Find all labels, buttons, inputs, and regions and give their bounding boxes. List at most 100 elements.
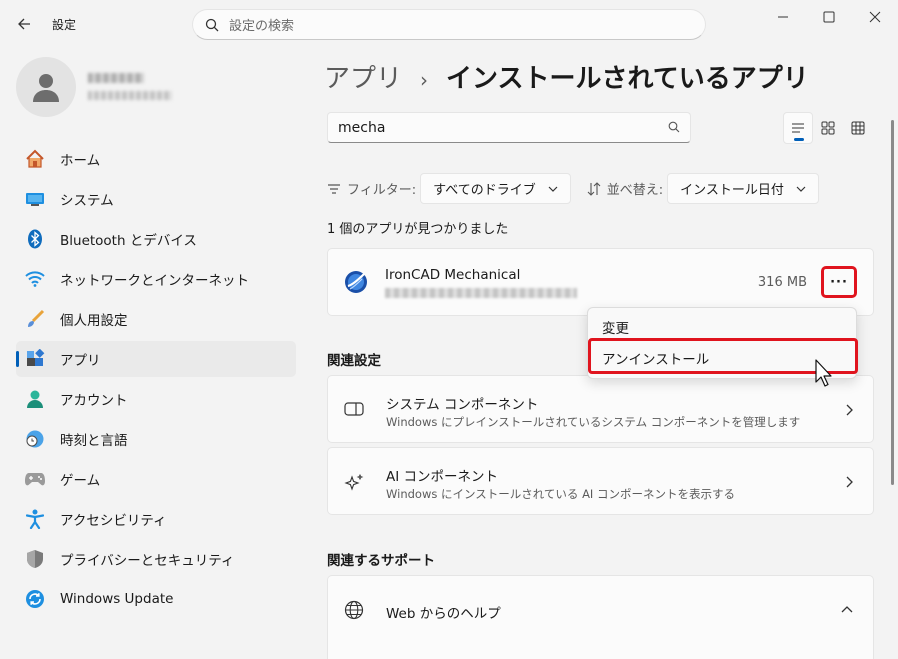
more-options-button[interactable]: ··· — [821, 266, 857, 298]
card-description: Windows にインストールされている AI コンポーネントを表示する — [386, 487, 735, 501]
maximize-icon — [823, 11, 835, 23]
tile-view-button[interactable] — [813, 112, 843, 144]
search-icon — [205, 18, 219, 31]
more-dots-icon: ··· — [830, 274, 848, 290]
system-icon — [24, 188, 46, 210]
grid-view-icon — [851, 121, 865, 135]
clock-globe-icon — [24, 428, 46, 450]
view-mode-toggle — [783, 112, 873, 144]
update-icon — [24, 588, 46, 610]
chevron-right-icon — [846, 404, 853, 416]
sidebar-item-label: アプリ — [60, 353, 101, 369]
maximize-button[interactable] — [806, 4, 852, 30]
title-bar: 設定 設定の検索 — [0, 0, 898, 46]
sort-icon — [587, 181, 601, 196]
redacted-user-email — [88, 91, 172, 100]
accessibility-icon — [24, 508, 46, 530]
result-count: 1 個のアプリが見つかりました — [327, 222, 509, 237]
card-title: Web からのヘルプ — [386, 606, 501, 622]
sidebar-item-bluetooth[interactable]: Bluetooth とデバイス — [16, 221, 296, 257]
search-placeholder: 設定の検索 — [229, 19, 295, 34]
app-search-input[interactable]: mecha — [327, 112, 691, 143]
sidebar-item-label: 個人用設定 — [60, 313, 128, 329]
related-support-title: 関連するサポート — [327, 553, 435, 569]
gamepad-icon — [24, 468, 46, 490]
sort-value: インストール日付 — [680, 183, 784, 198]
close-button[interactable] — [852, 4, 898, 30]
back-arrow-icon — [18, 18, 30, 30]
sidebar-item-windows-update[interactable]: Windows Update — [16, 581, 296, 617]
redacted-user-name — [88, 73, 144, 83]
breadcrumb: アプリ › インストールされているアプリ — [324, 58, 809, 95]
account-icon — [24, 388, 46, 410]
app-name: IronCAD Mechanical — [385, 267, 521, 283]
globe-icon — [344, 600, 364, 620]
bluetooth-icon — [24, 228, 46, 250]
sidebar-item-label: ホーム — [60, 153, 101, 169]
app-title: 設定 — [52, 18, 77, 32]
minimize-button[interactable] — [760, 4, 806, 30]
close-icon — [869, 11, 881, 23]
back-button[interactable] — [10, 10, 38, 38]
settings-search-input[interactable]: 設定の検索 — [192, 9, 706, 40]
drive-filter-dropdown[interactable]: すべてのドライブ — [420, 173, 571, 204]
scrollbar[interactable] — [891, 120, 894, 485]
sidebar-item-home[interactable]: ホーム — [16, 141, 296, 177]
app-size: 316 MB — [757, 275, 807, 290]
drive-filter-value: すべてのドライブ — [433, 183, 536, 198]
redacted-app-details — [385, 288, 577, 298]
sidebar-nav: ホーム システム Bluetooth とデバイス ネットワークとインターネット … — [16, 141, 296, 621]
search-icon — [668, 121, 680, 133]
sidebar-item-apps[interactable]: アプリ — [16, 341, 296, 377]
user-profile[interactable] — [16, 57, 172, 117]
filter-icon — [328, 183, 340, 194]
sort-label: 並べ替え: — [606, 183, 664, 198]
card-title: システム コンポーネント — [386, 397, 539, 413]
sidebar-item-label: プライバシーとセキュリティ — [60, 553, 235, 569]
card-description: Windows にプレインストールされているシステム コンポーネントを管理します — [386, 415, 801, 429]
sidebar-item-network[interactable]: ネットワークとインターネット — [16, 261, 296, 297]
sidebar-item-label: 時刻と言語 — [60, 433, 128, 449]
sidebar-item-time-language[interactable]: 時刻と言語 — [16, 421, 296, 457]
sidebar-item-privacy[interactable]: プライバシーとセキュリティ — [16, 541, 296, 577]
minimize-icon — [778, 16, 788, 18]
system-components-icon — [344, 402, 364, 416]
chevron-down-icon — [548, 186, 558, 192]
card-title: AI コンポーネント — [386, 469, 499, 485]
avatar — [16, 57, 76, 117]
web-help-expander[interactable]: Web からのヘルプ — [327, 575, 874, 659]
list-view-button[interactable] — [783, 112, 813, 144]
sidebar-item-label: アクセシビリティ — [60, 513, 167, 529]
filter-label: フィルター: — [347, 183, 417, 198]
sidebar-item-accessibility[interactable]: アクセシビリティ — [16, 501, 296, 537]
home-icon — [24, 148, 46, 170]
sparkle-icon — [344, 474, 364, 491]
breadcrumb-parent-apps[interactable]: アプリ — [324, 58, 402, 95]
sidebar-item-label: アカウント — [60, 393, 128, 409]
sidebar-item-label: ネットワークとインターネット — [60, 273, 249, 289]
filter-sort-row: フィルター: すべてのドライブ 並べ替え: インストール日付 — [327, 173, 819, 204]
shield-icon — [24, 548, 46, 570]
breadcrumb-separator: › — [420, 68, 429, 92]
system-components-link[interactable]: システム コンポーネント Windows にプレインストールされているシステム … — [327, 375, 874, 443]
sidebar-item-label: Windows Update — [60, 591, 174, 607]
chevron-down-icon — [796, 186, 806, 192]
sidebar-item-label: ゲーム — [60, 473, 101, 489]
menu-item-uninstall[interactable]: アンインストール — [602, 348, 709, 368]
grid-view-button[interactable] — [843, 112, 873, 144]
brush-icon — [24, 308, 46, 330]
app-list-item: IronCAD Mechanical 316 MB ··· — [327, 248, 874, 316]
app-search-value: mecha — [338, 119, 386, 136]
sidebar-item-gaming[interactable]: ゲーム — [16, 461, 296, 497]
sidebar-item-accounts[interactable]: アカウント — [16, 381, 296, 417]
sidebar-item-personalization[interactable]: 個人用設定 — [16, 301, 296, 337]
sort-dropdown[interactable]: インストール日付 — [667, 173, 819, 204]
sidebar-item-label: Bluetooth とデバイス — [60, 233, 197, 249]
apps-icon — [24, 348, 46, 370]
page-title: インストールされているアプリ — [446, 64, 809, 94]
ironcad-app-icon — [345, 271, 367, 293]
menu-item-modify[interactable]: 変更 — [602, 317, 629, 337]
ai-components-link[interactable]: AI コンポーネント Windows にインストールされている AI コンポーネ… — [327, 447, 874, 515]
chevron-right-icon — [846, 476, 853, 488]
sidebar-item-system[interactable]: システム — [16, 181, 296, 217]
